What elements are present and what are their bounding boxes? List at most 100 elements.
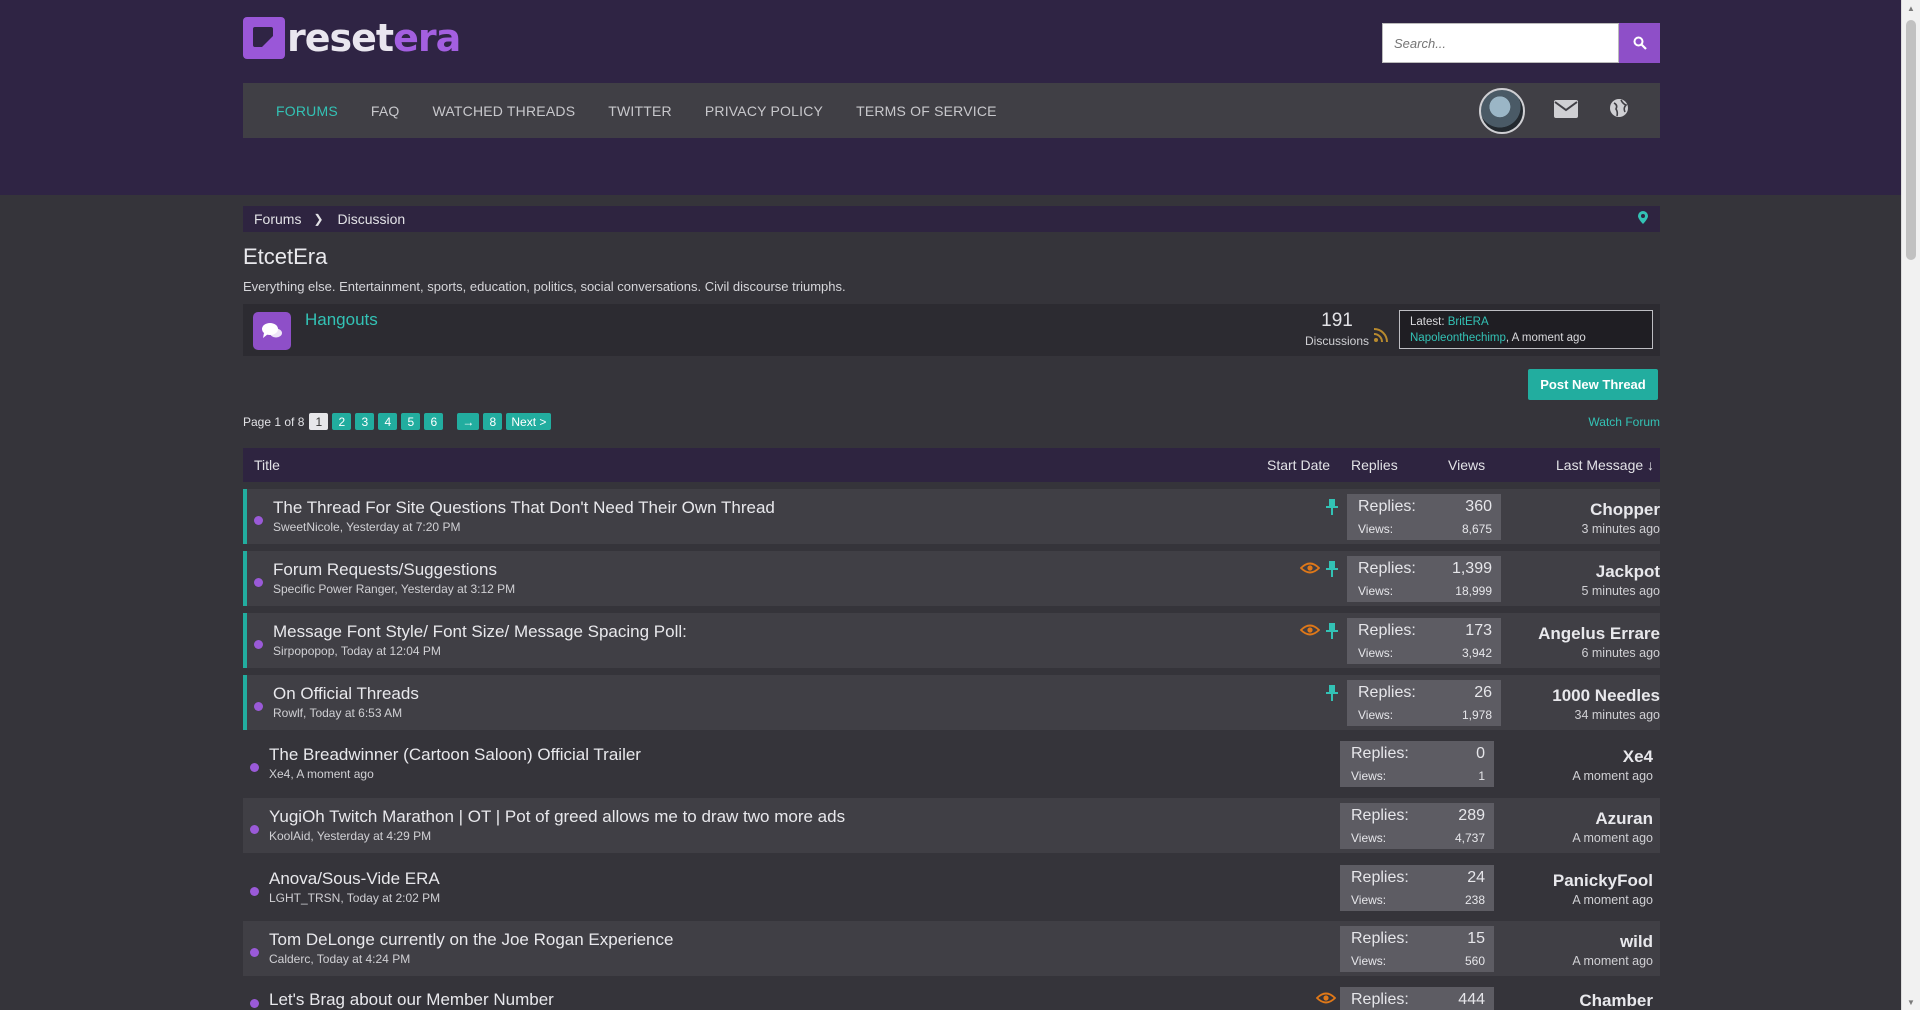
col-last-message[interactable]: Last Message ↓: [1556, 457, 1654, 473]
col-replies[interactable]: Replies: [1351, 457, 1398, 473]
pin-icon: [1326, 685, 1338, 704]
last-poster[interactable]: Angelus Errare: [1510, 624, 1660, 644]
last-post-time[interactable]: A moment ago: [1503, 769, 1653, 783]
unread-dot: [254, 516, 263, 525]
page-link-last[interactable]: 8: [483, 413, 503, 430]
last-post-time[interactable]: 5 minutes ago: [1510, 584, 1660, 598]
thread-title[interactable]: The Thread For Site Questions That Don't…: [273, 498, 775, 518]
search-button[interactable]: [1619, 23, 1660, 63]
nav-watched-threads[interactable]: WATCHED THREADS: [432, 103, 575, 119]
page-jump-arrow[interactable]: →: [457, 413, 480, 430]
post-new-thread-button[interactable]: Post New Thread: [1528, 369, 1658, 400]
thread-title[interactable]: Let's Brag about our Member Number: [269, 990, 554, 1010]
scroll-down-icon[interactable]: ▼: [1907, 998, 1915, 1007]
logo-mark-icon: [243, 17, 285, 59]
thread-meta: Calderc, Today at 4:24 PM: [269, 952, 411, 966]
page-link-2[interactable]: 2: [332, 413, 352, 430]
map-pin-icon[interactable]: [1638, 211, 1648, 227]
thread-title[interactable]: The Breadwinner (Cartoon Saloon) Officia…: [269, 745, 641, 765]
thread-row[interactable]: Forum Requests/Suggestions Specific Powe…: [243, 551, 1660, 606]
page-link-5[interactable]: 5: [401, 413, 421, 430]
globe-icon[interactable]: [1609, 98, 1629, 124]
replies-label: Replies:: [1351, 991, 1409, 1008]
latest-time: , A moment ago: [1505, 332, 1586, 344]
thread-meta: SweetNicole, Yesterday at 7:20 PM: [273, 520, 461, 534]
next-page-button[interactable]: Next >: [506, 413, 552, 430]
page-scrollbar[interactable]: ▲ ▼: [1901, 0, 1920, 1010]
pagination: Page 1 of 8 1 2 3 4 5 6 → 8 Next >: [243, 413, 555, 430]
last-poster[interactable]: Chopper: [1510, 500, 1660, 520]
col-title[interactable]: Title: [254, 457, 280, 473]
thread-row[interactable]: YugiOh Twitch Marathon | OT | Pot of gre…: [243, 798, 1660, 853]
page-indicator: Page 1 of 8: [243, 414, 305, 429]
thread-row[interactable]: The Breadwinner (Cartoon Saloon) Officia…: [243, 736, 1660, 791]
thread-row[interactable]: Let's Brag about our Member Number Repli…: [243, 983, 1660, 1010]
thread-title[interactable]: On Official Threads: [273, 684, 419, 704]
replies-label: Replies:: [1351, 807, 1409, 824]
last-post-time[interactable]: 34 minutes ago: [1510, 708, 1660, 722]
thread-meta: Sirpopopop, Today at 12:04 PM: [273, 644, 441, 658]
site-logo[interactable]: resetera: [243, 16, 461, 60]
page-link-3[interactable]: 3: [355, 413, 375, 430]
page-link-1[interactable]: 1: [309, 413, 329, 430]
thread-row[interactable]: The Thread For Site Questions That Don't…: [243, 489, 1660, 544]
thread-title[interactable]: Forum Requests/Suggestions: [273, 560, 497, 580]
rss-icon[interactable]: [1373, 328, 1388, 346]
col-start-date[interactable]: Start Date: [1267, 457, 1330, 473]
thread-stats: Replies: 173 Views: 3,942: [1347, 618, 1501, 664]
breadcrumb-discussion[interactable]: Discussion: [338, 211, 406, 227]
thread-title[interactable]: Tom DeLonge currently on the Joe Rogan E…: [269, 930, 673, 950]
nav-faq[interactable]: FAQ: [371, 103, 400, 119]
watch-forum-link[interactable]: Watch Forum: [1588, 415, 1660, 429]
last-post-time[interactable]: A moment ago: [1503, 893, 1653, 907]
breadcrumb-forums[interactable]: Forums: [254, 211, 301, 227]
page-title: EtcetEra: [243, 244, 328, 269]
last-poster[interactable]: wild: [1503, 932, 1653, 952]
col-views[interactable]: Views: [1448, 457, 1485, 473]
replies-count: 444: [1458, 991, 1485, 1008]
thread-row[interactable]: Anova/Sous-Vide ERA LGHT_TRSN, Today at …: [243, 860, 1660, 915]
replies-count: 26: [1474, 684, 1492, 701]
last-poster[interactable]: 1000 Needles: [1510, 686, 1660, 706]
user-avatar[interactable]: [1479, 87, 1525, 134]
last-poster[interactable]: Jackpot: [1510, 562, 1660, 582]
replies-label: Replies:: [1358, 622, 1416, 639]
thread-title[interactable]: Message Font Style/ Font Size/ Message S…: [273, 622, 687, 642]
views-label: Views:: [1351, 954, 1387, 968]
thread-row[interactable]: Tom DeLonge currently on the Joe Rogan E…: [243, 921, 1660, 976]
page-link-6[interactable]: 6: [424, 413, 444, 430]
last-post-time[interactable]: 3 minutes ago: [1510, 522, 1660, 536]
envelope-icon[interactable]: [1554, 98, 1578, 124]
scrollbar-thumb[interactable]: [1906, 20, 1916, 260]
last-post-time[interactable]: 6 minutes ago: [1510, 646, 1660, 660]
nav-terms-of-service[interactable]: TERMS OF SERVICE: [856, 103, 997, 119]
latest-thread-link[interactable]: BritERA: [1448, 316, 1489, 328]
last-poster[interactable]: Azuran: [1503, 809, 1653, 829]
last-poster[interactable]: Chamber: [1503, 991, 1653, 1010]
nav-twitter[interactable]: TWITTER: [608, 103, 672, 119]
thread-stats: Replies: 289 Views: 4,737: [1340, 803, 1494, 849]
last-post-time[interactable]: A moment ago: [1503, 954, 1653, 968]
thread-row[interactable]: Message Font Style/ Font Size/ Message S…: [243, 613, 1660, 668]
subforum-name[interactable]: Hangouts: [305, 310, 378, 330]
views-count: 4,737: [1454, 831, 1485, 845]
chevron-right-icon: ❯: [313, 212, 324, 226]
thread-title[interactable]: Anova/Sous-Vide ERA: [269, 869, 440, 889]
replies-count: 1,399: [1451, 560, 1492, 577]
scroll-up-icon[interactable]: ▲: [1907, 4, 1915, 13]
last-post-time[interactable]: A moment ago: [1503, 831, 1653, 845]
views-count: 18,999: [1455, 584, 1492, 598]
thread-row[interactable]: On Official Threads Rowlf, Today at 6:53…: [243, 675, 1660, 730]
last-poster[interactable]: PanickyFool: [1503, 871, 1653, 891]
pin-icon: [1326, 499, 1338, 518]
thread-title[interactable]: YugiOh Twitch Marathon | OT | Pot of gre…: [269, 807, 845, 827]
nav-forums[interactable]: FORUMS: [276, 103, 338, 119]
page-link-4[interactable]: 4: [378, 413, 398, 430]
nav-privacy-policy[interactable]: PRIVACY POLICY: [705, 103, 823, 119]
last-poster[interactable]: Xe4: [1503, 747, 1653, 767]
thread-stats: Replies: 444: [1340, 987, 1494, 1010]
search-input[interactable]: [1382, 23, 1619, 63]
latest-user-link[interactable]: Napoleonthechimp: [1410, 332, 1506, 344]
views-label: Views:: [1351, 769, 1387, 783]
thread-stats: Replies: 15 Views: 560: [1340, 926, 1494, 972]
